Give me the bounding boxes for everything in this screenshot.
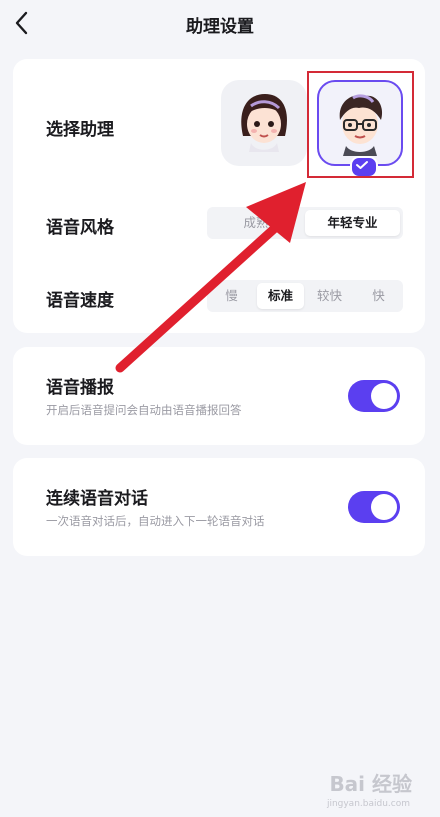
voice-broadcast-description: 开启后语音提问会自动由语音播报回答 xyxy=(46,403,242,417)
toggle-knob xyxy=(371,494,397,520)
speech-speed-label: 语音速度 xyxy=(46,291,114,311)
speed-option-slow[interactable]: 慢 xyxy=(207,280,256,312)
watermark-url: jingyan.baidu.com xyxy=(326,799,410,809)
voice-style-label: 语音风格 xyxy=(46,218,114,238)
continuous-dialog-description: 一次语音对话后，自动进入下一轮语音对话 xyxy=(46,514,265,528)
toggle-knob xyxy=(371,383,397,409)
female-avatar-icon xyxy=(241,94,287,152)
header: 助理设置 xyxy=(0,0,440,46)
page-title: 助理设置 xyxy=(186,17,254,37)
voice-broadcast-label: 语音播报 xyxy=(46,378,114,398)
continuous-dialog-card: 连续语音对话 一次语音对话后，自动进入下一轮语音对话 xyxy=(13,458,425,556)
voice-style-option-mature[interactable]: 成熟 xyxy=(207,207,305,239)
continuous-dialog-label: 连续语音对话 xyxy=(46,489,148,509)
speed-option-fast[interactable]: 快 xyxy=(354,280,403,312)
voice-style-option-young[interactable]: 年轻专业 xyxy=(305,210,400,236)
speed-option-faster[interactable]: 较快 xyxy=(305,280,354,312)
speed-option-standard[interactable]: 标准 xyxy=(257,283,304,309)
voice-broadcast-toggle[interactable] xyxy=(348,380,400,412)
select-assistant-label: 选择助理 xyxy=(46,120,114,140)
annotation-highlight-box xyxy=(307,71,414,178)
watermark-logo: Bai 经验 xyxy=(329,772,412,796)
continuous-dialog-toggle[interactable] xyxy=(348,491,400,523)
female-avatar-option[interactable] xyxy=(221,80,307,166)
voice-style-segmented-control: 成熟 年轻专业 xyxy=(207,207,403,239)
speech-speed-segmented-control: 慢 标准 较快 快 xyxy=(207,280,403,312)
voice-broadcast-card: 语音播报 开启后语音提问会自动由语音播报回答 xyxy=(13,347,425,445)
